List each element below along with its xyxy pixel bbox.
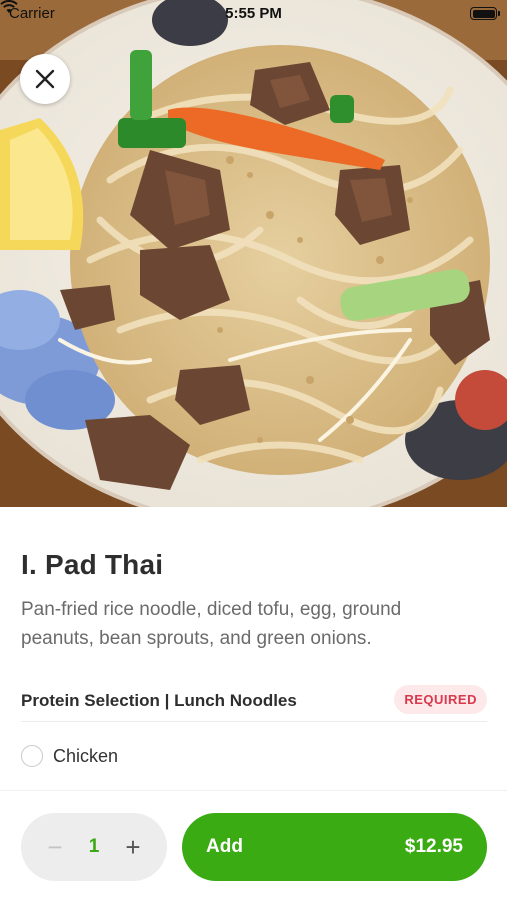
close-icon	[35, 69, 55, 89]
quantity-value: 1	[88, 836, 100, 857]
battery-icon	[470, 7, 500, 20]
add-to-cart-button[interactable]: Add $12.95	[182, 813, 487, 881]
add-price: $12.95	[404, 836, 463, 857]
item-description: Pan-fried rice noodle, diced tofu, egg, …	[21, 599, 402, 649]
protein-selection-header: Protein Selection | Lunch Noodles REQUIR…	[21, 683, 487, 721]
section-divider	[21, 721, 487, 722]
status-bar: Carrier 5:55 PM	[0, 0, 507, 28]
close-button[interactable]	[20, 54, 70, 104]
decrease-quantity-button[interactable]: −	[35, 827, 75, 867]
option-chicken[interactable]: Chicken	[21, 739, 487, 775]
item-title: I. Pad Thai	[21, 549, 164, 580]
pad-thai-illustration	[0, 0, 507, 507]
bottom-action-bar: − 1 + Add $12.95	[0, 790, 507, 900]
section-title: Protein Selection | Lunch Noodles	[21, 691, 297, 710]
dish-photo: Carrier 5:55 PM	[0, 0, 507, 507]
quantity-stepper: − 1 +	[21, 813, 167, 881]
add-label: Add	[206, 836, 243, 857]
option-label: Chicken	[53, 746, 119, 766]
increase-quantity-button[interactable]: +	[113, 827, 153, 867]
status-time: 5:55 PM	[225, 5, 282, 22]
required-badge: REQUIRED	[394, 685, 487, 714]
radio-button[interactable]	[21, 745, 43, 767]
